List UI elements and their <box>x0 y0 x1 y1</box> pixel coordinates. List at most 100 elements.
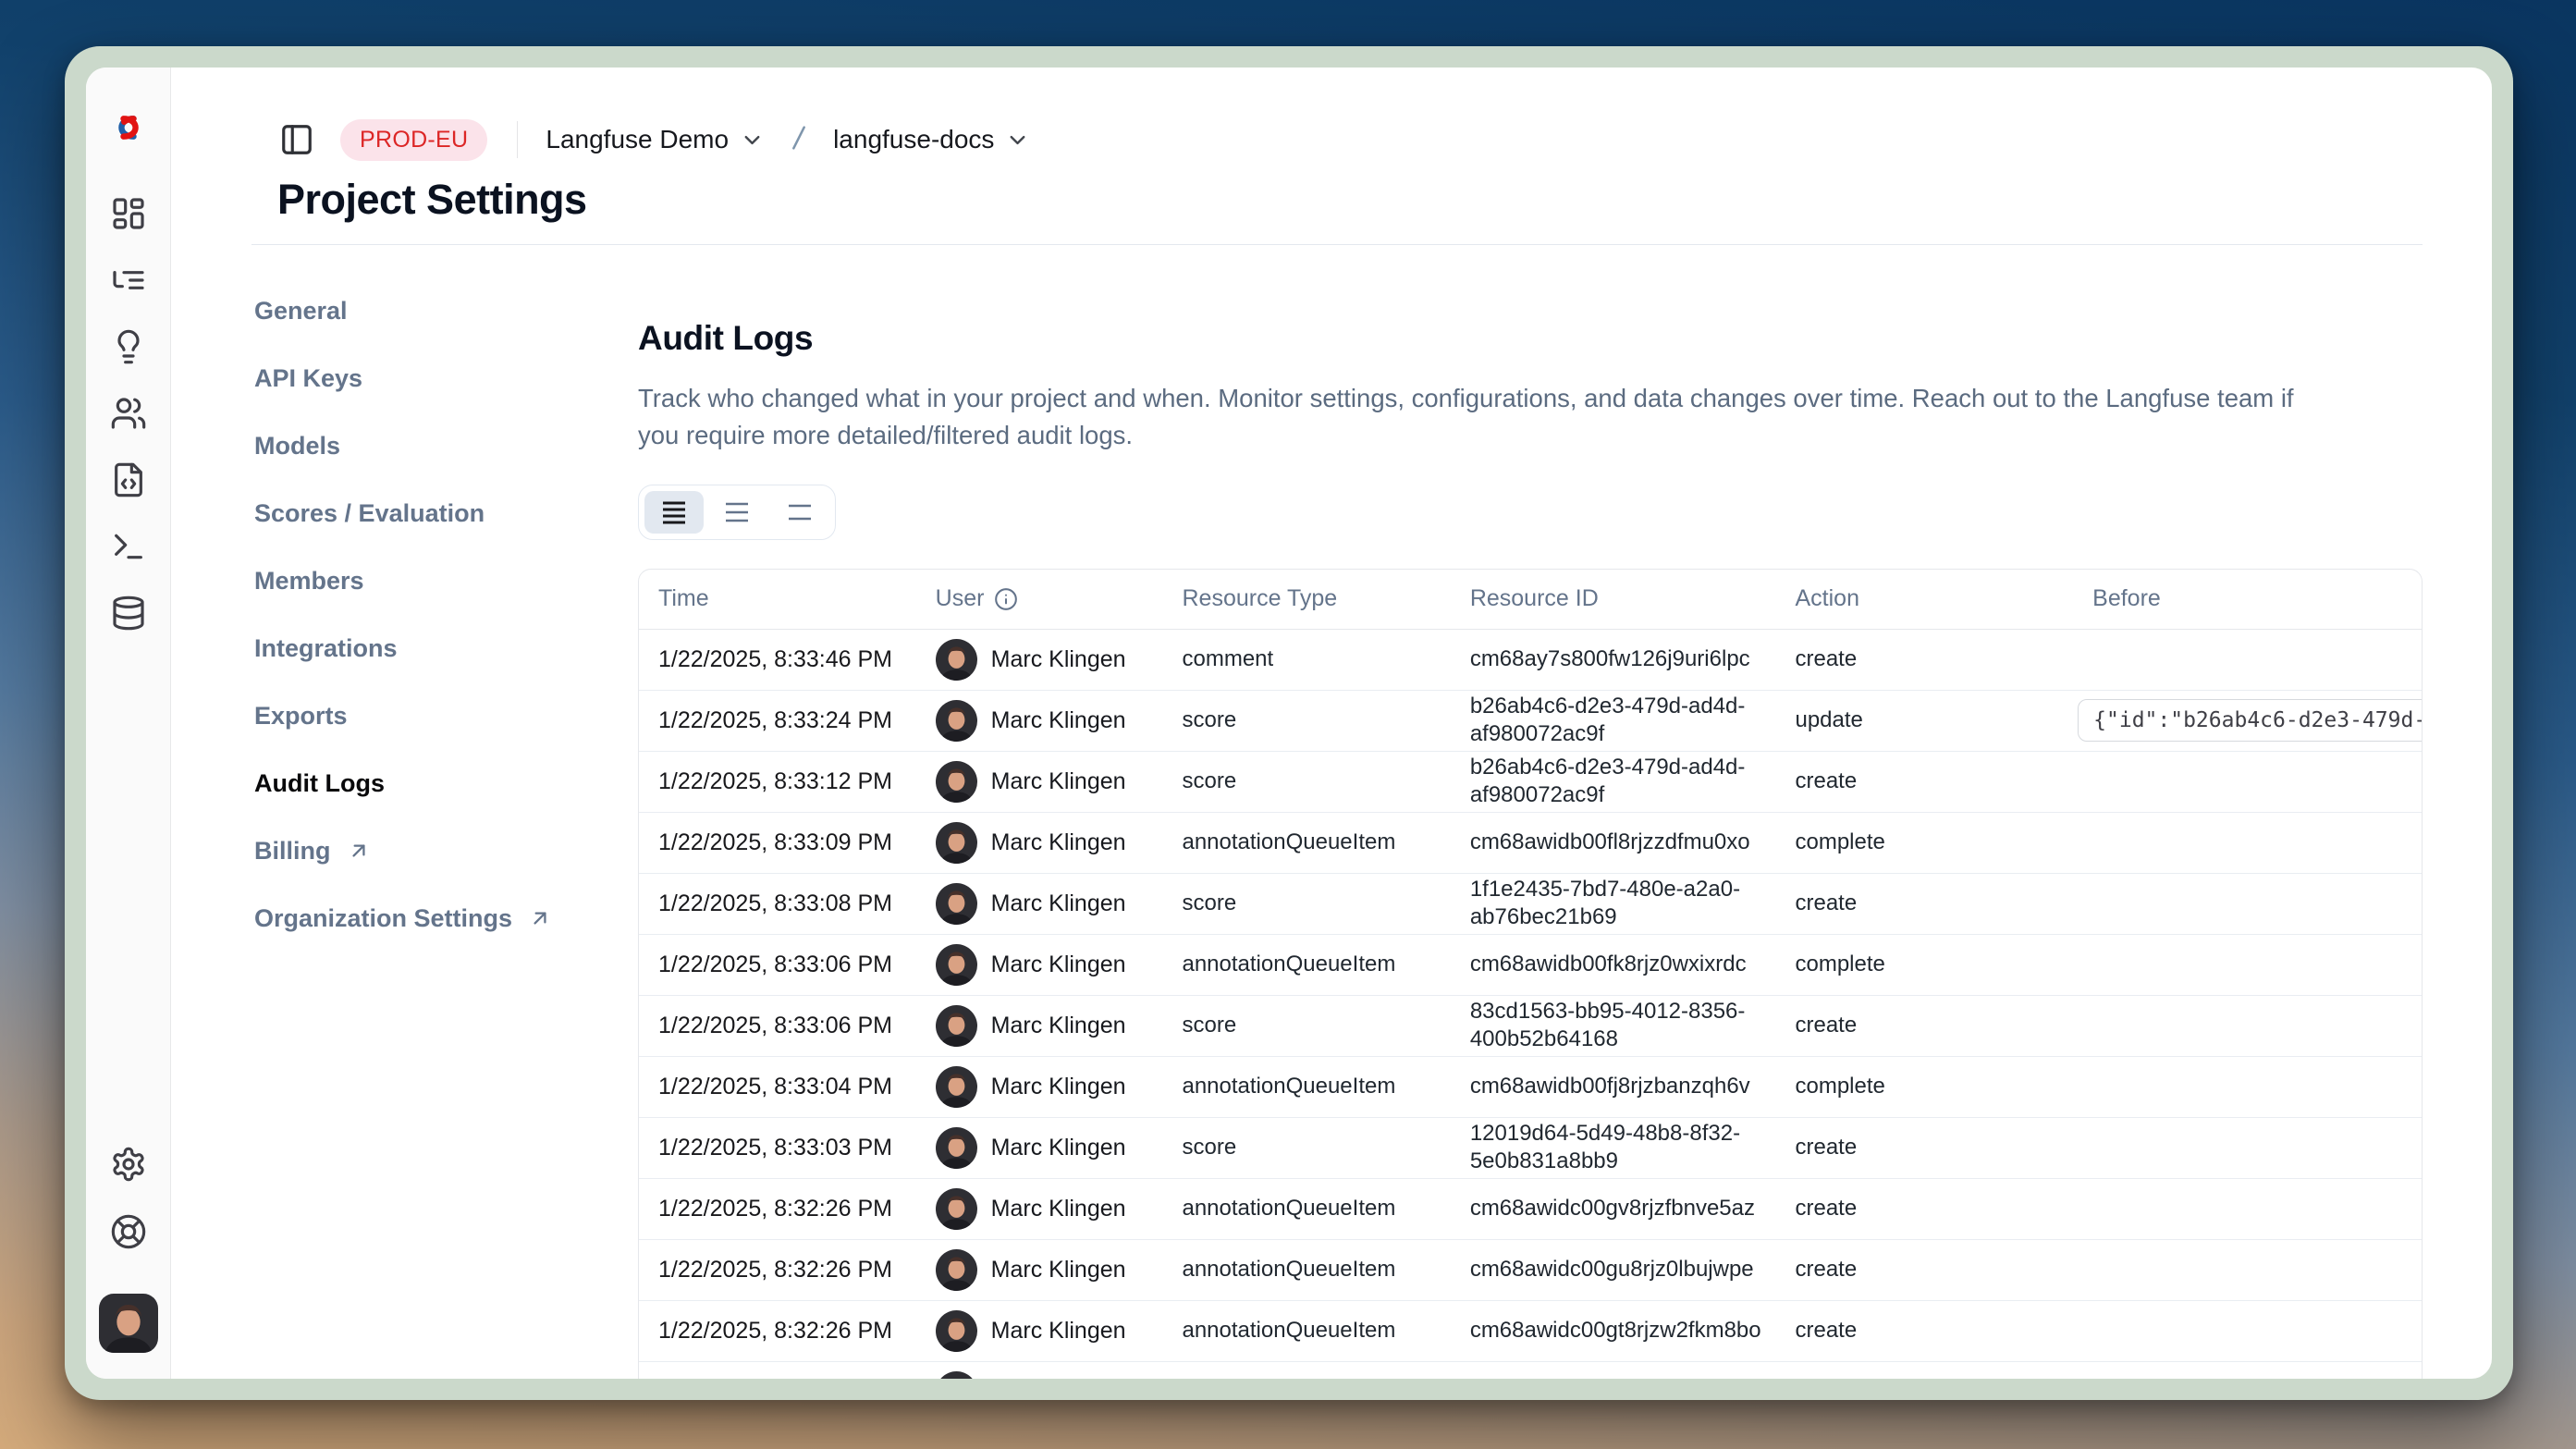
table-row: 1/22/2025, 8:32:26 PM Marc Klingen annot… <box>639 1178 2422 1239</box>
user-avatar <box>936 883 977 925</box>
before-json-chip[interactable]: {"id":"b26ab4c6-d2e3-479d-a <box>2078 699 2423 742</box>
datasets-file-code-icon[interactable] <box>110 461 147 498</box>
cell-action: create <box>1795 629 2092 690</box>
user-name: Marc Klingen <box>991 768 1126 795</box>
settings-nav-scores-evaluation[interactable]: Scores / Evaluation <box>254 497 638 529</box>
settings-gear-icon[interactable] <box>110 1146 147 1183</box>
user-name: Marc Klingen <box>991 646 1126 673</box>
user-avatar <box>936 1310 977 1352</box>
settings-nav-members[interactable]: Members <box>254 565 638 596</box>
settings-nav-api-keys[interactable]: API Keys <box>254 362 638 394</box>
cell-resource-id: cm68awidb00fl8rjzzdfmu0xo <box>1470 812 1796 873</box>
cell-resource-id: 12019d64-5d49-48b8-8f32-5e0b831a8bb9 <box>1470 1117 1796 1178</box>
sidebar-toggle-button[interactable] <box>277 120 316 159</box>
table-row: 1/22/2025, 8:33:03 PM Marc Klingen score <box>639 1117 2422 1178</box>
cell-resource-id: b26ab4c6-d2e3-479d-ad4d-af980072ac9f <box>1470 690 1796 751</box>
cell-resource-id: cm68awidb00fj8rjzbanzqh6v <box>1470 1056 1796 1117</box>
settings-nav-models[interactable]: Models <box>254 430 638 461</box>
cell-before <box>2092 1117 2422 1178</box>
info-icon[interactable] <box>994 587 1018 611</box>
cell-resource-type: annotationQueueItem <box>1182 1056 1469 1117</box>
users-icon[interactable] <box>110 395 147 432</box>
project-switcher[interactable]: langfuse-docs <box>833 125 1030 154</box>
main-content: PROD-EU Langfuse Demo langfuse-docs Proj… <box>171 68 2492 1379</box>
cell-user: Marc Klingen <box>936 1239 1183 1300</box>
cell-user: Marc Klingen <box>936 751 1183 812</box>
cell-before <box>2092 629 2422 690</box>
user-avatar <box>936 1005 977 1047</box>
row-height-medium-button[interactable] <box>707 491 767 534</box>
project-name: langfuse-docs <box>833 125 994 154</box>
user-avatar <box>936 1066 977 1108</box>
cell-time: 1/22/2025, 8:32:26 PM <box>639 1178 936 1239</box>
cell-resource-type: annotationQueueItem <box>1182 812 1469 873</box>
cell-time: 1/22/2025, 8:33:09 PM <box>639 812 936 873</box>
cell-resource-type: annotationQueueItem <box>1182 1300 1469 1361</box>
chevron-down-icon <box>740 128 765 153</box>
cell-action: create <box>1795 1178 2092 1239</box>
table-row: 1/22/2025, 8:33:06 PM Marc Klingen score <box>639 995 2422 1056</box>
cell-user: Marc Klingen <box>936 934 1183 995</box>
cell-user: Marc Klingen <box>936 1178 1183 1239</box>
settings-nav: General API Keys Models Scores / Evaluat… <box>251 295 638 1379</box>
column-header-user: User <box>936 570 1183 629</box>
user-avatar <box>936 639 977 681</box>
cell-resource-type: annotationQueueItem <box>1182 1239 1469 1300</box>
langfuse-logo-icon[interactable] <box>108 112 149 143</box>
row-height-small-button[interactable] <box>644 491 704 534</box>
cell-action: create <box>1795 873 2092 934</box>
tracing-icon[interactable] <box>110 262 147 299</box>
cell-resource-type: annotationQueueItem <box>1182 934 1469 995</box>
cell-time: 1/22/2025, 8:33:08 PM <box>639 873 936 934</box>
cell-before <box>2092 1056 2422 1117</box>
settings-nav-audit-logs[interactable]: Audit Logs <box>254 767 638 799</box>
cell-resource-id: cm68ay7s800fw126j9uri6lpc <box>1470 629 1796 690</box>
cell-action: create <box>1795 751 2092 812</box>
user-name: Marc Klingen <box>991 1074 1126 1100</box>
cell-resource-type: annotationQueueItem <box>1182 1361 1469 1379</box>
table-row: 1/22/2025, 8:33:04 PM Marc Klingen annot… <box>639 1056 2422 1117</box>
settings-nav-general[interactable]: General <box>254 295 638 326</box>
column-header-before: Before <box>2092 570 2422 629</box>
cell-resource-type: score <box>1182 751 1469 812</box>
table-row: 1/22/2025, 8:32:26 PM Marc Klingen annot… <box>639 1239 2422 1300</box>
settings-nav-billing[interactable]: Billing <box>254 835 638 866</box>
cell-action: create <box>1795 995 2092 1056</box>
chevron-down-icon <box>1005 128 1030 153</box>
cell-action: create <box>1795 1300 2092 1361</box>
cell-action: update <box>1795 690 2092 751</box>
user-avatar <box>936 944 977 986</box>
user-name: Marc Klingen <box>991 829 1126 856</box>
table-row: 1/22/2025, 8:33:09 PM Marc Klingen annot… <box>639 812 2422 873</box>
cell-resource-type: score <box>1182 1117 1469 1178</box>
settings-nav-exports[interactable]: Exports <box>254 700 638 731</box>
prompts-lightbulb-icon[interactable] <box>110 328 147 365</box>
cell-time: 1/22/2025, 8:32:26 PM <box>639 1239 936 1300</box>
cell-resource-id: cm68awidc00gt8rjzw2fkm8bo <box>1470 1300 1796 1361</box>
user-avatar[interactable] <box>99 1294 158 1353</box>
cell-time: 1/22/2025, 8:33:04 PM <box>639 1056 936 1117</box>
user-avatar <box>936 1127 977 1169</box>
settings-nav-integrations[interactable]: Integrations <box>254 632 638 664</box>
user-avatar <box>936 1188 977 1230</box>
cell-before <box>2092 1300 2422 1361</box>
cell-action: complete <box>1795 934 2092 995</box>
table-row: 1/22/2025, 8:32:26 PM Marc Klingen annot… <box>639 1361 2422 1379</box>
database-icon[interactable] <box>110 595 147 632</box>
cell-before <box>2092 1361 2422 1379</box>
cell-user: Marc Klingen <box>936 873 1183 934</box>
cell-time: 1/22/2025, 8:33:24 PM <box>639 690 936 751</box>
dashboard-icon[interactable] <box>110 195 147 232</box>
cell-user: Marc Klingen <box>936 1056 1183 1117</box>
settings-nav-organization-settings[interactable]: Organization Settings <box>254 903 638 934</box>
support-lifebuoy-icon[interactable] <box>110 1213 147 1250</box>
org-name: Langfuse Demo <box>546 125 729 154</box>
cell-action: complete <box>1795 1056 2092 1117</box>
row-height-large-button[interactable] <box>770 491 829 534</box>
org-switcher[interactable]: Langfuse Demo <box>546 125 765 154</box>
external-link-icon <box>528 906 552 930</box>
playground-terminal-icon[interactable] <box>110 528 147 565</box>
column-header-action: Action <box>1795 570 2092 629</box>
cell-time: 1/22/2025, 8:33:12 PM <box>639 751 936 812</box>
audit-logs-section: Audit Logs Track who changed what in you… <box>638 295 2423 1379</box>
